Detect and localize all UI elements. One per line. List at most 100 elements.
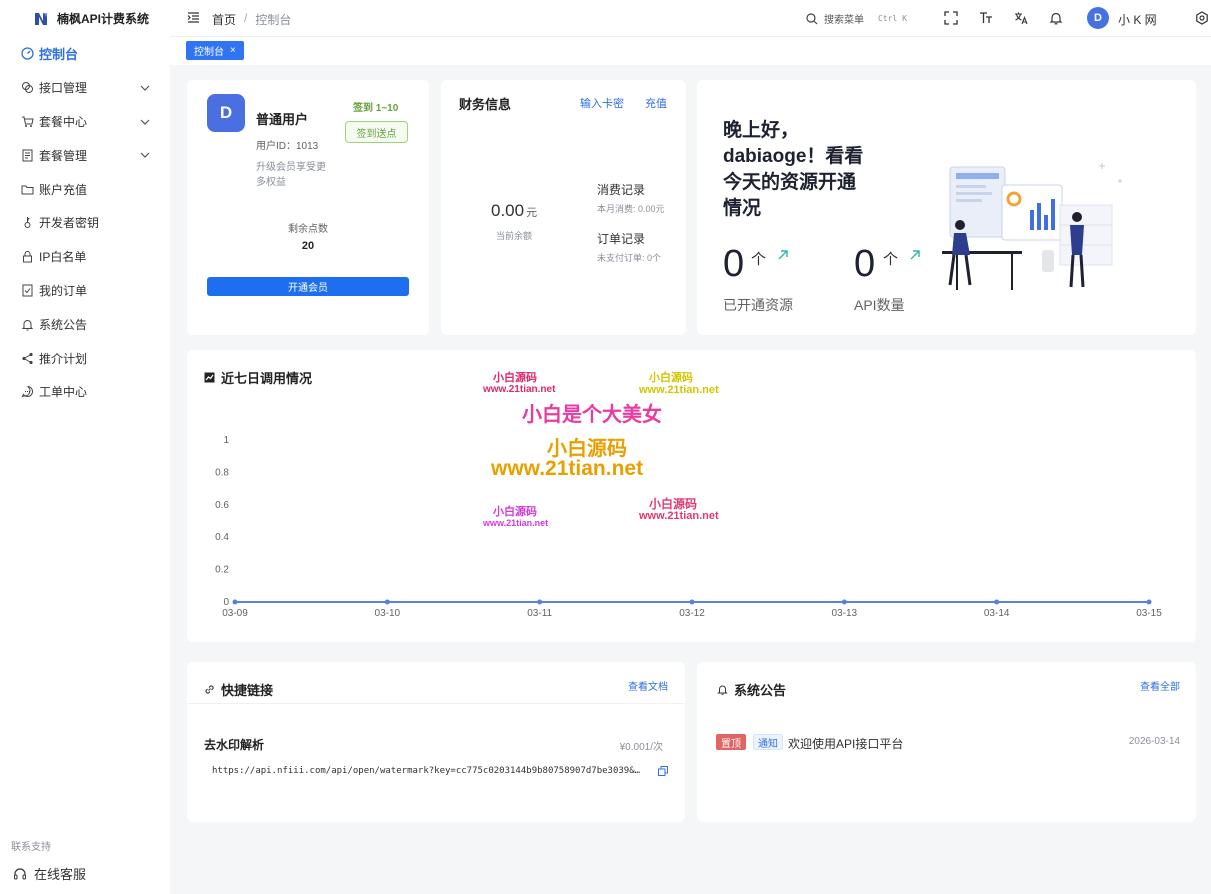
x-tick-label: 03-10 <box>375 608 401 619</box>
x-tick-label: 03-15 <box>1136 608 1162 619</box>
data-point[interactable] <box>232 599 238 605</box>
signin-button[interactable]: 签到送点 <box>345 121 408 143</box>
chevron-down-icon <box>140 119 150 125</box>
data-point[interactable] <box>841 599 847 605</box>
sidebar-item-referral[interactable]: 推介计划 <box>0 341 170 375</box>
signin-range: 签到 1~10 <box>353 103 399 114</box>
sidebar-item-dashboard[interactable]: 控制台 <box>0 37 170 71</box>
x-tick-label: 03-11 <box>527 608 552 619</box>
watermark-text: 小白源码 <box>493 506 537 518</box>
data-point[interactable] <box>689 599 695 605</box>
office-illustration <box>942 163 1122 290</box>
sidebar-menu: 控制台 接口管理 套餐中心 套餐管理 账户充值 开发者密钥 IP白名单 我的订单… <box>0 37 170 409</box>
sidebar-item-package-manage[interactable]: 套餐管理 <box>0 138 170 172</box>
bell-icon <box>717 685 728 695</box>
share-icon <box>21 352 34 365</box>
notice-date: 2026-03-14 <box>1128 736 1180 747</box>
view-docs-link[interactable]: 查看文档 <box>628 678 668 693</box>
sidebar-item-recharge[interactable]: 账户充值 <box>0 172 170 206</box>
sidebar-item-label: 工单中心 <box>39 385 88 400</box>
consume-summary: 本月消费: 0.00元 <box>597 204 665 214</box>
close-icon[interactable]: × <box>230 45 236 56</box>
bell-icon[interactable] <box>1049 11 1063 25</box>
app-logo[interactable]: 楠枫API计费系统 <box>0 0 170 37</box>
notice-title[interactable]: 欢迎使用API接口平台 <box>788 735 903 752</box>
copy-icon[interactable] <box>658 766 668 776</box>
breadcrumb-separator: / <box>244 11 248 25</box>
data-point[interactable] <box>1146 599 1152 605</box>
search-placeholder: 搜索菜单 <box>824 15 864 26</box>
menu-fold-icon[interactable] <box>187 11 200 24</box>
y-tick-label: 0.8 <box>215 467 229 478</box>
menu-search[interactable]: 搜索菜单 Ctrl K <box>806 11 907 26</box>
sidebar-item-label: 开发者密钥 <box>39 216 100 231</box>
sidebar-item-api[interactable]: 接口管理 <box>0 71 170 105</box>
announcements-title: 系统公告 <box>734 683 787 698</box>
breadcrumb: 首页 / 控制台 <box>212 11 291 28</box>
open-vip-button[interactable]: 开通会员 <box>207 277 409 296</box>
dashboard-icon <box>21 47 34 61</box>
lock-icon <box>21 250 34 263</box>
y-tick-label: 0.2 <box>215 565 229 576</box>
search-icon <box>806 12 818 24</box>
breadcrumb-home[interactable]: 首页 <box>212 11 236 28</box>
watermark-text: www.21tian.net <box>483 518 549 528</box>
watermark-text: www.21tian.net <box>639 510 719 522</box>
notice-type-badge: 通知 <box>753 734 783 750</box>
chevron-down-icon <box>140 85 150 91</box>
upgrade-tip: 升级会员享受更多权益 <box>256 162 326 188</box>
stat-api-unit: 个 <box>883 251 899 268</box>
sidebar-item-announcements[interactable]: 系统公告 <box>0 307 170 341</box>
quick-links-title: 快捷链接 <box>221 683 274 698</box>
view-all-link[interactable]: 查看全部 <box>1140 678 1180 693</box>
announcements-header: 系统公告 <box>717 680 786 699</box>
order-records-link[interactable]: 订单记录 <box>597 230 645 247</box>
data-point[interactable] <box>994 599 1000 605</box>
greeting-text: 晚上好，dabiaoge！看看今天的资源开通情况 <box>723 120 864 219</box>
order-icon <box>21 284 34 297</box>
consume-records-link[interactable]: 消费记录 <box>597 181 645 198</box>
user-avatar[interactable]: D <box>1087 7 1109 29</box>
sidebar-item-tickets[interactable]: 工单中心 <box>0 375 170 409</box>
tab-dashboard[interactable]: 控制台 × <box>186 41 244 60</box>
balance-value: 0.00 <box>491 201 525 220</box>
quick-links-header: 快捷链接 <box>204 680 273 699</box>
top-header: 首页 / 控制台 搜索菜单 Ctrl K D 小 K 网 <box>170 0 1211 37</box>
quick-links-card: 快捷链接 查看文档 去水印解析 ¥0.001/次 https://api.nfi… <box>187 662 685 822</box>
points-label: 剩余点数 <box>288 224 328 235</box>
key-icon <box>21 216 34 229</box>
sidebar-item-orders[interactable]: 我的订单 <box>0 274 170 308</box>
greeting-card: 晚上好，dabiaoge！看看今天的资源开通情况 0 个 已开通资源 0 个 A… <box>697 80 1196 335</box>
sidebar-item-packages[interactable]: 套餐中心 <box>0 105 170 139</box>
balance-unit: 元 <box>526 207 538 219</box>
recharge-link[interactable]: 充值 <box>645 95 667 111</box>
sidebar-item-ip-whitelist[interactable]: IP白名单 <box>0 240 170 274</box>
points-value: 20 <box>301 240 315 252</box>
document-icon <box>21 149 34 162</box>
y-tick-label: 0.6 <box>215 500 229 511</box>
pinned-badge: 置顶 <box>716 734 746 750</box>
x-tick-label: 03-13 <box>832 608 858 619</box>
online-support-link[interactable]: 在线客服 <box>13 864 86 883</box>
font-size-icon[interactable] <box>979 11 993 25</box>
link-price: ¥0.001/次 <box>619 742 663 753</box>
user-id: 用户ID：1013 <box>256 141 319 152</box>
chevron-down-icon <box>140 152 150 159</box>
user-name[interactable]: 小 K 网 <box>1118 11 1157 28</box>
headset-icon <box>14 867 26 879</box>
data-point[interactable] <box>537 599 543 605</box>
stat-resources-label: 已开通资源 <box>723 297 793 313</box>
translate-icon[interactable] <box>1014 11 1028 25</box>
sidebar-item-label: 控制台 <box>39 47 79 63</box>
watermark-text: www.21tian.net <box>639 384 719 396</box>
enter-card-key-link[interactable]: 输入卡密 <box>580 95 624 111</box>
fullscreen-icon[interactable] <box>944 11 958 25</box>
x-tick-label: 03-12 <box>679 608 705 619</box>
settings-icon[interactable] <box>1195 11 1209 25</box>
link-name[interactable]: 去水印解析 <box>204 736 264 753</box>
y-tick-label: 0 <box>223 597 229 608</box>
sidebar-item-dev-keys[interactable]: 开发者密钥 <box>0 206 170 240</box>
data-point[interactable] <box>384 599 390 605</box>
finance-title: 财务信息 <box>459 97 512 112</box>
watermark-text: 小白是个大美女 <box>522 404 662 426</box>
